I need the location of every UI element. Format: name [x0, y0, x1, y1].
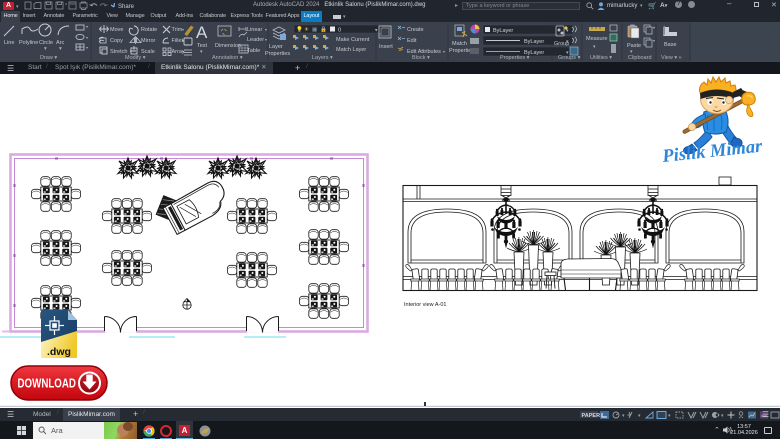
svg-text:Mirror: Mirror — [141, 38, 156, 44]
svg-text:Move: Move — [110, 27, 123, 33]
svg-text:Linear: Linear — [247, 27, 262, 33]
svg-text:▾: ▾ — [182, 38, 184, 43]
svg-text:Draw ▾: Draw ▾ — [40, 55, 57, 61]
svg-text:▾: ▾ — [265, 27, 267, 32]
svg-text:DOWNLOAD: DOWNLOAD — [18, 377, 76, 391]
svg-text:Insert: Insert — [379, 44, 393, 50]
svg-text:▾: ▾ — [668, 413, 671, 419]
svg-text:Layers ▾: Layers ▾ — [312, 55, 333, 61]
svg-text:Annotation ▾: Annotation ▾ — [212, 55, 243, 61]
svg-text:Block ▾: Block ▾ — [412, 55, 430, 61]
svg-text:Interior view A-01: Interior view A-01 — [404, 302, 447, 308]
svg-text:▾: ▾ — [265, 37, 267, 42]
svg-text:▾: ▾ — [86, 35, 88, 40]
svg-text:▾: ▾ — [622, 413, 625, 419]
svg-text:Group: Group — [554, 41, 569, 47]
svg-text:View ▾ »: View ▾ » — [661, 55, 682, 61]
svg-text:Groups ▾: Groups ▾ — [558, 55, 581, 61]
svg-text:Base: Base — [664, 42, 677, 48]
svg-text:Share: Share — [118, 4, 135, 10]
svg-text:Polyline: Polyline — [19, 40, 38, 46]
svg-text:ByLayer: ByLayer — [524, 39, 544, 45]
svg-text:Table: Table — [247, 48, 260, 54]
svg-text:▾: ▾ — [721, 413, 724, 419]
svg-text:▾: ▾ — [653, 25, 655, 30]
svg-text:▾: ▾ — [86, 24, 88, 29]
svg-text:▾: ▾ — [443, 49, 445, 54]
svg-text:.dwg: .dwg — [47, 346, 71, 358]
svg-text:▦: ▦ — [312, 27, 318, 33]
svg-text:🔒: 🔒 — [320, 26, 327, 33]
svg-text:▾: ▾ — [182, 27, 184, 32]
svg-text:▾: ▾ — [59, 46, 62, 52]
svg-text:Utilities ▾: Utilities ▾ — [590, 55, 612, 61]
svg-text:Properties: Properties — [265, 51, 290, 57]
svg-text:Edit: Edit — [407, 38, 417, 44]
svg-text:ByLayer: ByLayer — [493, 28, 513, 34]
svg-text:Leader: Leader — [247, 37, 264, 43]
svg-text:Clipboard: Clipboard — [628, 55, 652, 61]
svg-text:A: A — [196, 23, 208, 42]
svg-text:▾: ▾ — [44, 46, 47, 52]
svg-text:Match: Match — [452, 41, 467, 47]
svg-text:Pislik Mimar: Pislik Mimar — [660, 137, 764, 168]
svg-text:☀: ☀ — [304, 26, 309, 33]
svg-text:Dimension: Dimension — [215, 43, 241, 49]
svg-text:Copy: Copy — [110, 38, 123, 44]
svg-text:Create: Create — [407, 27, 424, 33]
svg-text:Measure: Measure — [586, 36, 607, 42]
svg-text:💡: 💡 — [296, 26, 303, 33]
svg-text:▾: ▾ — [86, 45, 88, 50]
svg-text:Make Current: Make Current — [336, 37, 370, 43]
svg-text:0: 0 — [338, 28, 341, 34]
svg-text:Modify ▾: Modify ▾ — [125, 55, 146, 61]
svg-text:Rotate: Rotate — [141, 27, 157, 33]
svg-text:Properties ▾: Properties ▾ — [500, 55, 530, 61]
svg-text:▾: ▾ — [638, 413, 641, 419]
svg-text:▾: ▾ — [653, 38, 655, 43]
svg-text:Line: Line — [4, 40, 14, 46]
svg-text:Match Layer: Match Layer — [336, 47, 366, 53]
svg-text:Layer: Layer — [269, 44, 283, 50]
svg-text:PAPER: PAPER — [582, 413, 601, 419]
svg-text:▾: ▾ — [182, 49, 184, 54]
